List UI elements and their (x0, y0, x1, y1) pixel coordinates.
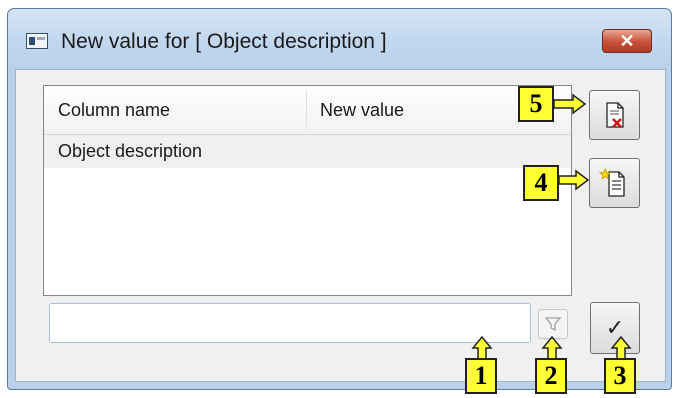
callout-2: 2 (535, 358, 567, 394)
add-value-button[interactable] (589, 158, 640, 208)
callout-1-arrow (471, 336, 493, 360)
grid-header: Column name New value (44, 86, 571, 135)
callout-4: 4 (523, 165, 559, 201)
app-icon (26, 33, 48, 49)
callout-4-arrow (558, 169, 590, 191)
window-title: New value for [ Object description ] (61, 30, 387, 53)
callout-3: 3 (604, 358, 636, 394)
column-header-column-name[interactable]: Column name (58, 86, 170, 134)
table-row[interactable]: Object description (44, 135, 571, 168)
close-button[interactable]: ✕ (602, 29, 652, 53)
remove-value-button[interactable] (589, 90, 640, 140)
filter-input[interactable] (49, 303, 531, 343)
callout-1: 1 (465, 358, 497, 394)
callout-5: 5 (518, 86, 554, 122)
filter-button[interactable] (538, 309, 568, 339)
cell-column-name: Object description (58, 141, 203, 161)
column-header-new-value[interactable]: New value (320, 86, 404, 134)
column-divider[interactable] (306, 90, 307, 130)
callout-3-arrow (610, 336, 632, 360)
callout-5-arrow (553, 93, 587, 115)
funnel-icon (544, 317, 562, 332)
callout-2-arrow (541, 336, 563, 360)
values-grid: Column name New value Object description (43, 85, 572, 296)
new-document-icon (598, 167, 625, 197)
delete-document-icon (606, 102, 624, 128)
title-bar[interactable]: New value for [ Object description ] ✕ (8, 9, 671, 69)
